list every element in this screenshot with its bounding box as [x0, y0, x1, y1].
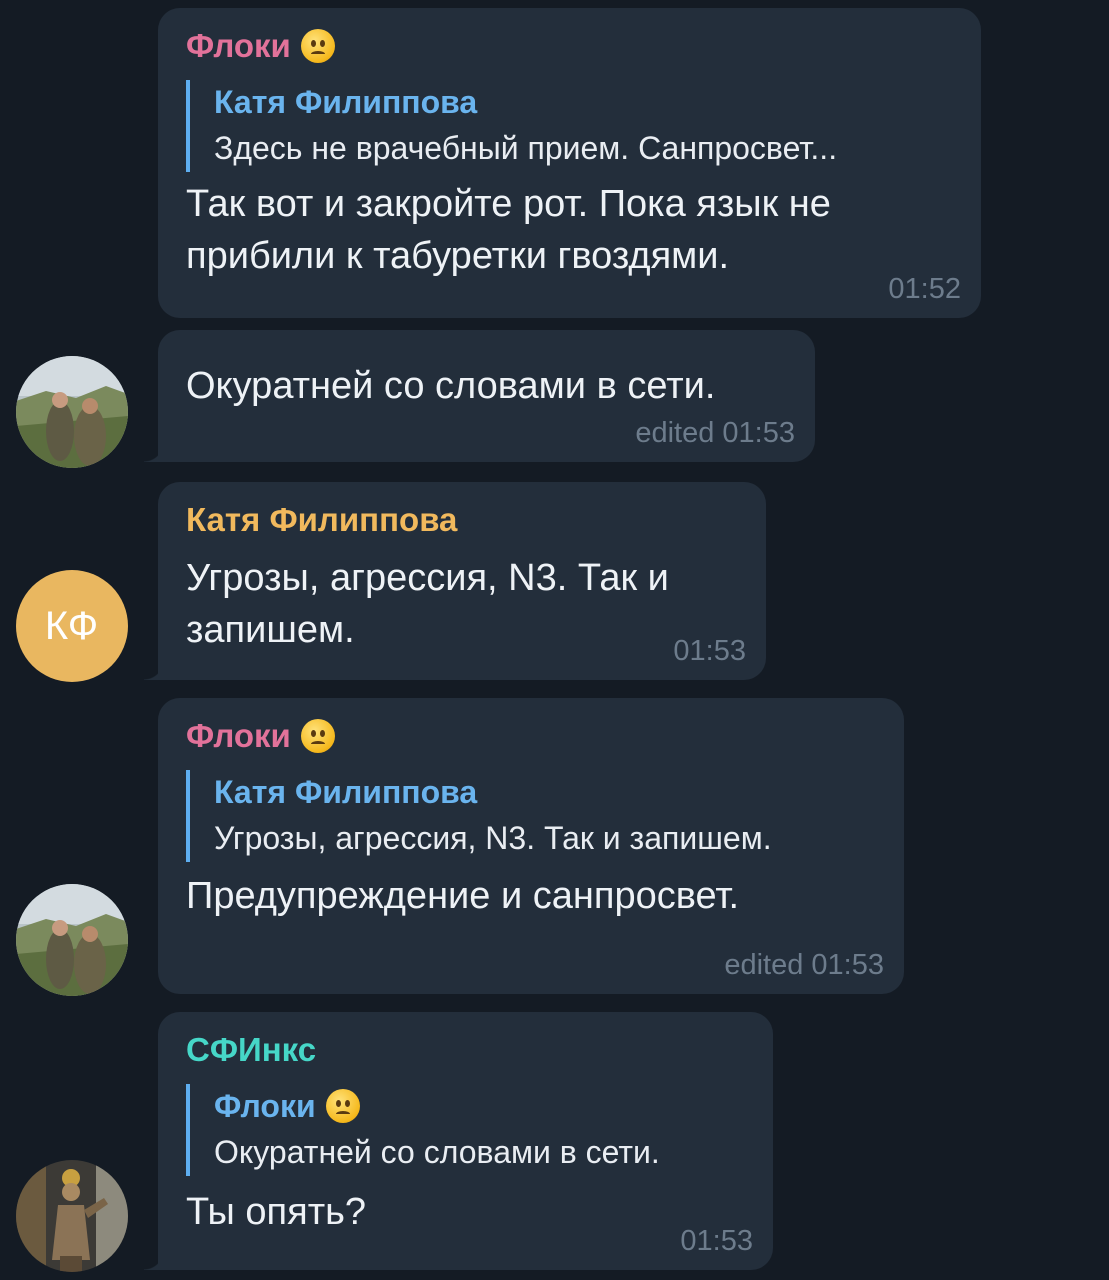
message-text: Окуратней со словами в сети. [186, 360, 787, 412]
sender-name[interactable]: Флоки [186, 26, 291, 66]
photo-avatar-statue[interactable] [16, 1160, 128, 1272]
message-text-line: Угрозы, агрессия, N3. Так и [186, 557, 669, 599]
message-text-line: прибили к табуретки гвоздями. [186, 235, 730, 277]
photo-avatar-landscape[interactable] [16, 884, 128, 996]
reply-text: Здесь не врачебный прием. Санпросвет... [214, 130, 838, 166]
message-time: edited 01:53 [724, 949, 884, 981]
message-bubble-floki-3[interactable]: Флоки Катя Филиппова Угрозы, агрессия, N… [158, 698, 904, 994]
avatar-initials[interactable]: КФ [16, 570, 128, 682]
confused-face-icon [300, 719, 335, 753]
reply-sender-name: Катя Филиппова [214, 84, 478, 120]
message-time: 01:52 [888, 273, 961, 305]
reply-quote[interactable]: Катя Филиппова Угрозы, агрессия, N3. Так… [186, 770, 876, 862]
message-text: Так вот и закройте рот. Пока язык не при… [186, 178, 953, 282]
sender-name[interactable]: СФИнкс [186, 1030, 316, 1070]
message-time: 01:53 [680, 1225, 753, 1257]
chat-message-list[interactable]: Флоки Катя Филиппова Здесь не врачебный … [0, 0, 1109, 1280]
message-bubble-floki-1[interactable]: Флоки Катя Филиппова Здесь не врачебный … [158, 8, 981, 318]
message-text: Предупреждение и санпросвет. [186, 870, 876, 922]
photo-avatar-landscape[interactable] [16, 356, 128, 468]
message-text-line: Так вот и закройте рот. Пока язык не [186, 183, 831, 225]
reply-sender-name: Флоки [214, 1084, 745, 1128]
message-time: edited 01:53 [635, 417, 795, 449]
avatar-image [16, 1160, 128, 1272]
confused-face-icon [300, 29, 335, 63]
message-text-line: Предупреждение и санпросвет. [186, 875, 740, 917]
message-text: Ты опять? [186, 1186, 745, 1238]
reply-text: Угрозы, агрессия, N3. Так и запишем. [214, 820, 772, 856]
reply-sender-name-text: Флоки [214, 1088, 316, 1124]
message-time: 01:53 [673, 635, 746, 667]
message-sender[interactable]: Флоки [186, 716, 876, 756]
avatar-image [16, 356, 128, 468]
message-sender[interactable]: Катя Филиппова [186, 500, 738, 540]
sender-name[interactable]: Катя Филиппова [186, 500, 457, 540]
reply-sender-name: Катя Филиппова [214, 774, 478, 810]
message-bubble-floki-2[interactable]: Окуратней со словами в сети. edited 01:5… [144, 330, 815, 462]
message-text-line: Окуратней со словами в сети. [186, 365, 716, 407]
message-bubble-sfinks[interactable]: СФИнкс Флоки Окуратней со словами в сети… [144, 1012, 773, 1270]
message-sender[interactable]: СФИнкс [186, 1030, 745, 1070]
message-text: Угрозы, агрессия, N3. Так и запишем. [186, 552, 738, 656]
reply-quote[interactable]: Флоки Окуратней со словами в сети. [186, 1084, 745, 1176]
message-text-line: запишем. [186, 609, 355, 651]
message-sender[interactable]: Флоки [186, 26, 953, 66]
reply-quote[interactable]: Катя Филиппова Здесь не врачебный прием.… [186, 80, 953, 172]
message-bubble-katya[interactable]: Катя Филиппова Угрозы, агрессия, N3. Так… [144, 482, 766, 680]
message-text-line: Ты опять? [186, 1191, 367, 1233]
sender-name[interactable]: Флоки [186, 716, 291, 756]
avatar-initials-text: КФ [44, 603, 100, 648]
reply-text: Окуратней со словами в сети. [214, 1134, 660, 1170]
avatar-image [16, 884, 128, 996]
confused-face-icon [325, 1089, 360, 1123]
